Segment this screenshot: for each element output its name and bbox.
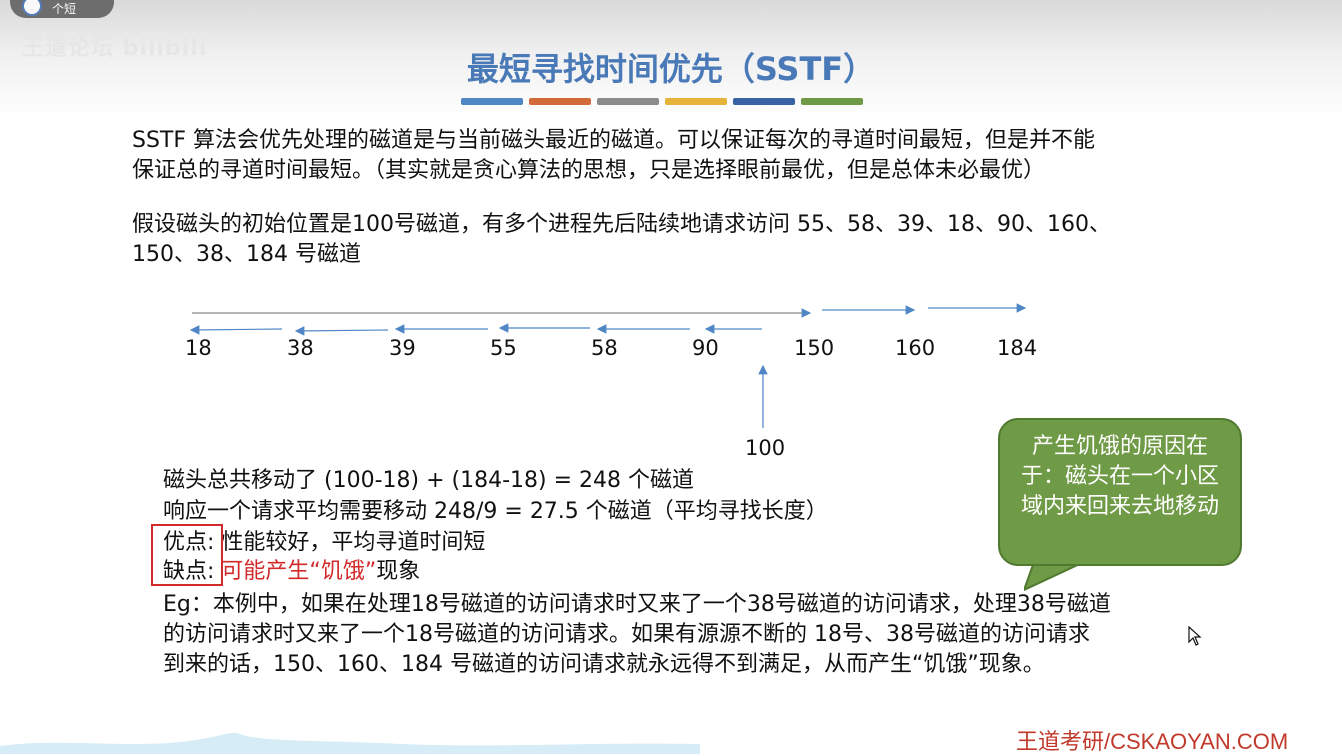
tick-label: 38 bbox=[287, 336, 314, 360]
summary-average: 响应一个请求平均需要移动 248/9 = 27.5 个磁道（平均寻找长度） bbox=[163, 499, 828, 524]
tick-label: 58 bbox=[591, 336, 618, 360]
example-line-1: Eg：本例中，如果在处理18号磁道的访问请求时又来了一个38号磁道的访问请求，处… bbox=[163, 592, 1111, 617]
arrow-39-38 bbox=[294, 326, 389, 336]
starvation-callout: 产生饥饿的原因在于：磁头在一个小区域内来回来去地移动 bbox=[998, 418, 1242, 566]
mouse-cursor-icon bbox=[1188, 626, 1202, 646]
callout-tail bbox=[1024, 562, 1088, 592]
cons-rest: 现象 bbox=[376, 559, 421, 584]
summary-total: 磁头总共移动了 (100-18) + (184-18) = 248 个磁道 bbox=[163, 468, 694, 493]
tick-label: 150 bbox=[794, 336, 835, 360]
tick-label: 160 bbox=[895, 336, 936, 360]
tick-label: 90 bbox=[692, 336, 719, 360]
footer-brand: 王道考研/CSKAOYAN.COM bbox=[1016, 729, 1289, 754]
example-line-3: 到来的话，150、160、184 号磁道的访问请求就永远得不到满足，从而产生“饥… bbox=[163, 652, 1045, 677]
arrow-38-18 bbox=[189, 325, 283, 335]
pros-text: 性能较好，平均寻道时间短 bbox=[221, 530, 486, 555]
cons-highlight: 可能产生“饥饿” bbox=[221, 559, 377, 584]
pros-cons-highlight-box bbox=[151, 524, 223, 586]
tick-label: 184 bbox=[997, 336, 1038, 360]
decorative-wave bbox=[0, 732, 700, 754]
example-line-2: 的访问请求时又来了一个18号磁道的访问请求。如果有源源不断的 18号、38号磁道… bbox=[163, 622, 1090, 647]
tick-label: 18 bbox=[185, 336, 212, 360]
tick-label: 55 bbox=[490, 336, 517, 360]
tick-label: 39 bbox=[389, 336, 416, 360]
start-position-label: 100 bbox=[745, 436, 786, 460]
